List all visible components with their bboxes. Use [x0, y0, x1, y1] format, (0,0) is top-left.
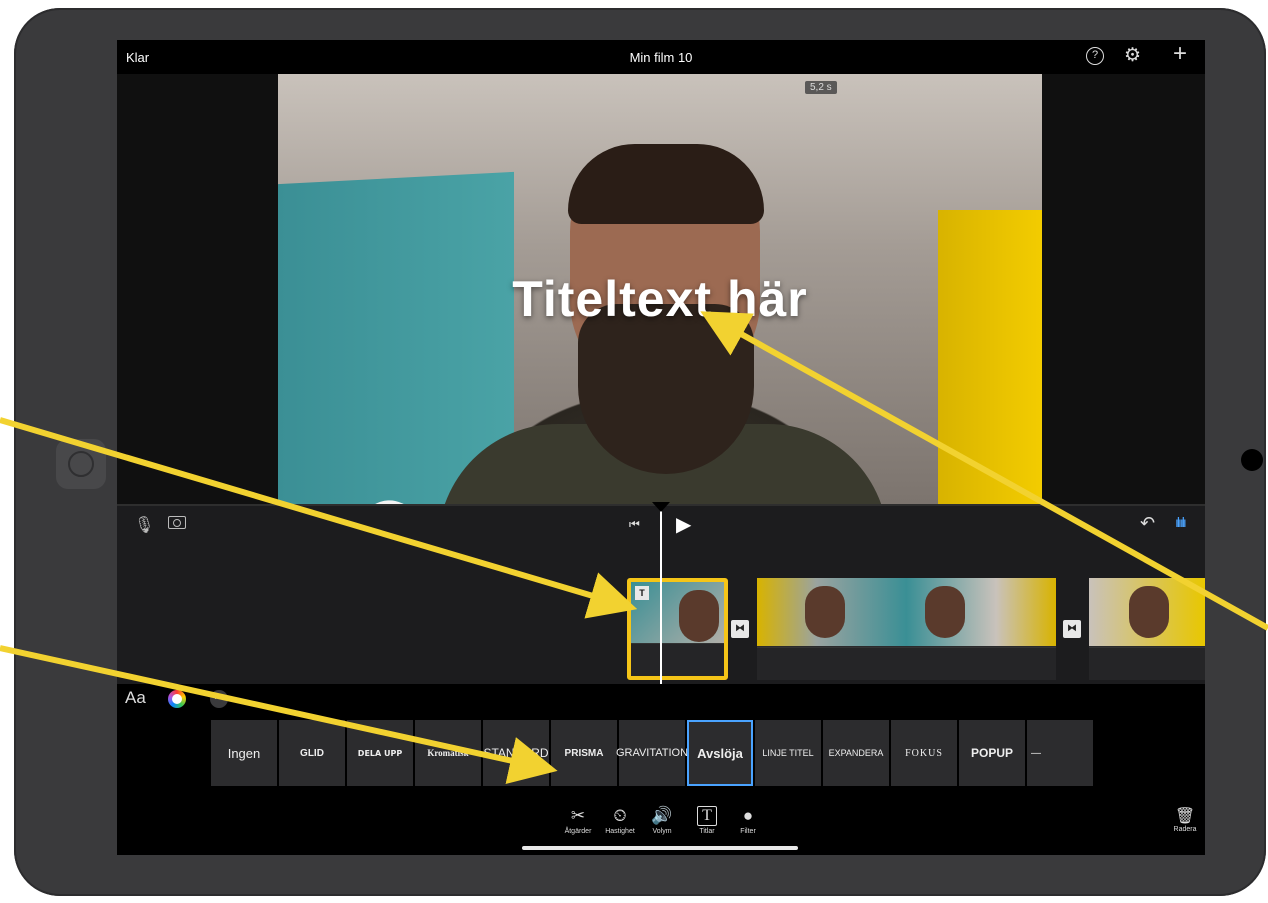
filter-label: Filter	[740, 828, 756, 835]
clip-face	[925, 586, 965, 638]
title-style-avsloja[interactable]: Avslöja	[687, 720, 753, 786]
play-icon[interactable]: ▶	[676, 512, 691, 537]
delete-label: Radera	[1173, 826, 1197, 833]
title-style-fokus[interactable]: FOKUS	[891, 720, 957, 786]
volume-button[interactable]: 🔊 Volym	[637, 806, 687, 835]
audio-waveform-icon[interactable]: ılıılı	[1175, 514, 1187, 530]
home-button[interactable]	[56, 439, 106, 489]
selected-clip[interactable]: T	[627, 578, 728, 680]
color-picker-icon[interactable]	[168, 690, 186, 708]
speaker-icon: 🔊	[651, 806, 673, 825]
delete-button[interactable]: 🗑 Radera	[1167, 806, 1203, 833]
title-style-options: Aa ···	[117, 684, 1205, 720]
title-style-more[interactable]: —	[1027, 720, 1093, 786]
filter-button[interactable]: ● Filter	[723, 806, 773, 835]
title-text-overlay[interactable]: Titeltext här	[278, 270, 1042, 328]
clip-audio-waveform	[631, 643, 724, 676]
clip-2[interactable]	[757, 578, 1056, 680]
transition-icon[interactable]: ⧓	[731, 620, 749, 638]
titles-t-icon: T	[697, 806, 717, 826]
filter-circles-icon: ●	[742, 806, 754, 825]
yellow-banner	[938, 210, 1042, 504]
clip-face	[805, 586, 845, 638]
undo-icon[interactable]: ↶	[1140, 513, 1155, 534]
clip-audio-waveform	[1089, 647, 1205, 680]
title-style-glid[interactable]: GLID	[279, 720, 345, 786]
title-style-picker: Ingen GLID DELA UPP Kromatisk STANDARD P…	[211, 720, 1095, 786]
camera-icon[interactable]	[168, 516, 186, 529]
video-frame[interactable]: 5,2 s ⊕ Titeltext här	[278, 74, 1042, 504]
title-style-expandera[interactable]: EXPANDERA	[823, 720, 889, 786]
font-button[interactable]: Aa	[125, 688, 146, 708]
title-badge-icon: T	[635, 586, 649, 600]
more-options-icon[interactable]: ···	[210, 690, 228, 708]
clip-audio-waveform	[757, 647, 1056, 680]
person-hair	[568, 144, 764, 224]
imovie-screen: Klar Min film 10 ? ⚙ + 5,2 s ⊕ Titeltext…	[117, 40, 1205, 855]
title-style-prisma[interactable]: PRISMA	[551, 720, 617, 786]
clip-face	[679, 590, 719, 642]
title-style-gravitation[interactable]: GRAVITATION	[616, 720, 688, 786]
title-style-ingen[interactable]: Ingen	[211, 720, 277, 786]
clip-face	[1129, 586, 1169, 638]
trash-icon: 🗑	[1174, 808, 1196, 825]
microphone-icon[interactable]: 🎙	[134, 515, 154, 535]
add-media-plus-icon[interactable]: +	[1173, 40, 1187, 68]
title-style-dela-upp[interactable]: DELA UPP	[347, 720, 413, 786]
home-indicator	[522, 846, 798, 850]
help-icon[interactable]: ?	[1086, 47, 1104, 65]
clip-duration-badge: 5,2 s	[805, 81, 837, 94]
title-style-standard[interactable]: STANDARD	[483, 720, 549, 786]
preview-viewer: 5,2 s ⊕ Titeltext här	[117, 74, 1205, 504]
clip-thumbnail	[757, 578, 1056, 646]
skip-to-start-icon[interactable]: ⏮	[629, 517, 640, 532]
top-bar: Klar Min film 10 ? ⚙ +	[117, 40, 1205, 74]
title-style-popup[interactable]: POPUP	[959, 720, 1025, 786]
person-beard	[578, 304, 754, 474]
volume-label: Volym	[652, 828, 672, 835]
playhead[interactable]	[660, 504, 662, 684]
project-title: Min film 10	[629, 50, 693, 65]
editing-toolbar: ✂ Åtgärder ⏲ Hastighet 🔊 Volym T Titlar …	[117, 802, 1205, 855]
title-style-linje-titel[interactable]: LINJE TITEL	[755, 720, 821, 786]
transition-icon[interactable]: ⧓	[1063, 620, 1081, 638]
playhead-marker	[652, 502, 670, 512]
clip-3[interactable]	[1089, 578, 1205, 680]
front-camera	[1241, 449, 1263, 471]
settings-gear-icon[interactable]: ⚙	[1124, 44, 1141, 67]
title-style-kromatisk[interactable]: Kromatisk	[415, 720, 481, 786]
